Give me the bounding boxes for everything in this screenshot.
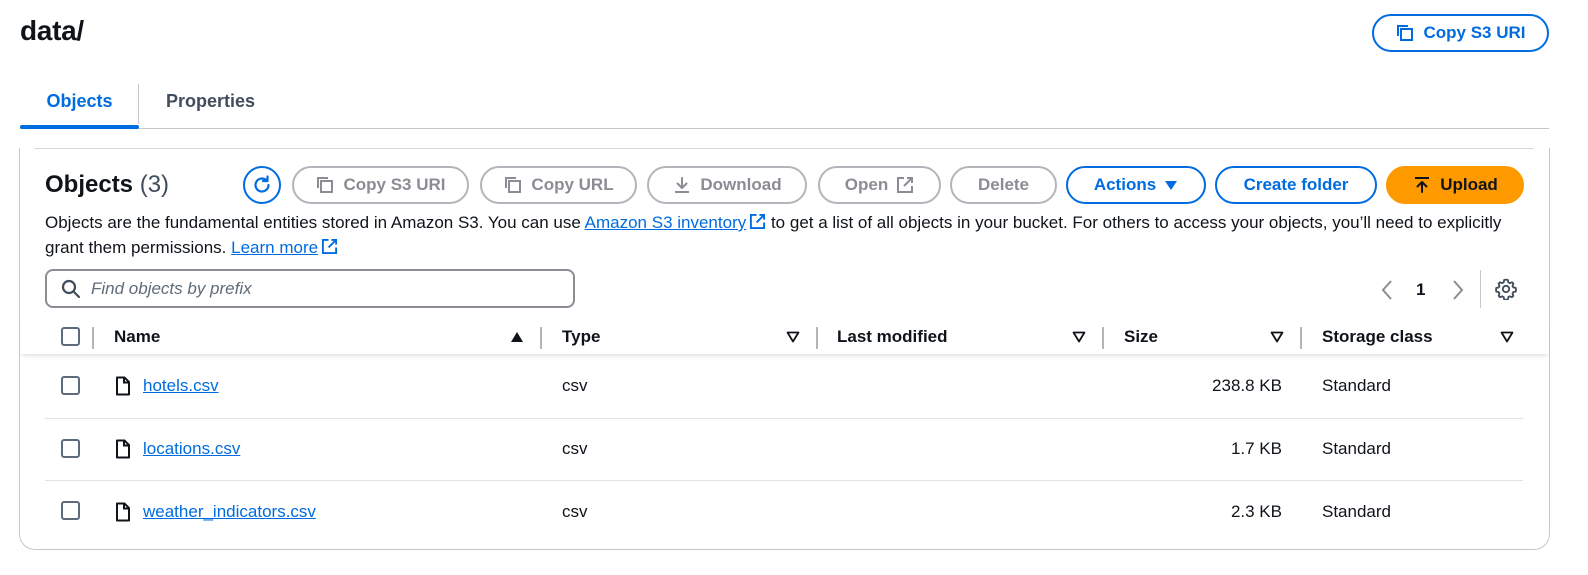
chevron-left-icon[interactable] [1380,279,1394,301]
external-link-icon [897,177,914,193]
row-checkbox[interactable] [61,501,80,520]
copy-url-label: Copy URL [531,175,614,194]
sort-descending-outline-icon[interactable] [786,331,800,343]
column-header-type[interactable]: Type [562,320,600,354]
objects-count: (3) [139,171,170,198]
object-storage-class: Standard [1322,439,1391,458]
column-divider[interactable] [1102,327,1104,349]
delete-label: Delete [977,175,1030,194]
download-button[interactable]: Download [647,166,807,204]
copy-s3-uri-header-label: Copy S3 URI [1423,23,1526,42]
copy-icon [1397,25,1414,41]
file-icon [116,439,130,459]
copy-icon [505,177,522,193]
sort-descending-outline-icon[interactable] [1072,331,1086,343]
open-button[interactable]: Open [818,166,941,204]
upload-label: Upload [1440,175,1498,194]
refresh-button[interactable] [243,166,281,204]
object-name-link[interactable]: locations.csv [143,438,240,460]
object-size: 238.8 KB [1212,376,1282,395]
download-label: Download [700,175,782,194]
external-link-icon [322,238,338,255]
tab-objects[interactable]: Objects [20,80,139,129]
object-type: csv [562,376,588,395]
file-icon [116,376,130,396]
object-size: 2.3 KB [1230,502,1282,521]
learn-more-link[interactable]: Learn more [231,238,318,257]
sort-descending-outline-icon[interactable] [1500,331,1514,343]
chevron-right-icon[interactable] [1451,279,1465,301]
object-storage-class: Standard [1322,502,1391,521]
objects-description: Objects are the fundamental entities sto… [45,210,1515,260]
download-icon [675,177,690,193]
object-name-link[interactable]: weather_indicators.csv [143,501,316,523]
column-divider[interactable] [816,327,818,349]
copy-url-button[interactable]: Copy URL [480,166,637,204]
actions-label: Actions [1093,175,1157,194]
file-icon [116,502,130,522]
column-header-size[interactable]: Size [1124,320,1158,354]
copy-icon [317,177,334,193]
search-input[interactable] [91,278,531,299]
pagination-divider [1480,270,1481,308]
tab-divider [138,84,139,124]
table-row[interactable]: weather_indicators.csv csv 2.3 KB Standa… [45,481,1523,543]
search-box [45,269,575,308]
copy-s3-uri-label: Copy S3 URI [343,175,446,194]
create-folder-button[interactable]: Create folder [1215,166,1377,204]
gear-icon[interactable] [1495,278,1517,300]
copy-s3-uri-header-button[interactable]: Copy S3 URI [1372,14,1549,52]
column-divider [92,327,94,349]
object-storage-class: Standard [1322,376,1391,395]
upload-button[interactable]: Upload [1386,166,1524,204]
table-row[interactable]: hotels.csv csv 238.8 KB Standard [45,357,1523,419]
column-header-storage-class[interactable]: Storage class [1322,320,1433,354]
s3-inventory-link[interactable]: Amazon S3 inventory [585,213,747,232]
objects-panel-title: Objects [45,171,134,198]
description-text-1: Objects are the fundamental entities sto… [45,213,585,232]
refresh-icon [254,175,270,193]
sort-ascending-icon[interactable] [510,331,524,343]
select-all-checkbox[interactable] [61,327,80,346]
create-folder-label: Create folder [1243,175,1349,194]
caret-down-icon [1165,181,1178,190]
table-row[interactable]: locations.csv csv 1.7 KB Standard [45,419,1523,481]
column-header-name[interactable]: Name [114,320,160,354]
column-header-last-modified[interactable]: Last modified [837,320,948,354]
object-name-link[interactable]: hotels.csv [143,375,219,397]
open-label: Open [844,175,889,194]
external-link-icon [750,213,766,230]
upload-icon [1415,177,1430,193]
object-type: csv [562,439,588,458]
page-title: data/ [20,15,84,46]
object-size: 1.7 KB [1230,439,1282,458]
column-divider[interactable] [1300,327,1302,349]
column-divider[interactable] [540,327,542,349]
actions-dropdown-button[interactable]: Actions [1066,166,1206,204]
current-page[interactable]: 1 [1416,280,1425,300]
objects-panel-heading: Objects (3) [45,171,169,199]
tab-properties[interactable]: Properties [166,80,255,128]
sort-descending-outline-icon[interactable] [1270,331,1284,343]
tab-bar: Objects Properties [20,80,1549,129]
object-type: csv [562,502,588,521]
row-checkbox[interactable] [61,439,80,458]
search-icon [61,279,81,298]
delete-button[interactable]: Delete [950,166,1057,204]
row-checkbox[interactable] [61,376,80,395]
copy-s3-uri-button[interactable]: Copy S3 URI [292,166,469,204]
table-header: Name Type Last modified Size Storage cla… [20,320,1549,354]
